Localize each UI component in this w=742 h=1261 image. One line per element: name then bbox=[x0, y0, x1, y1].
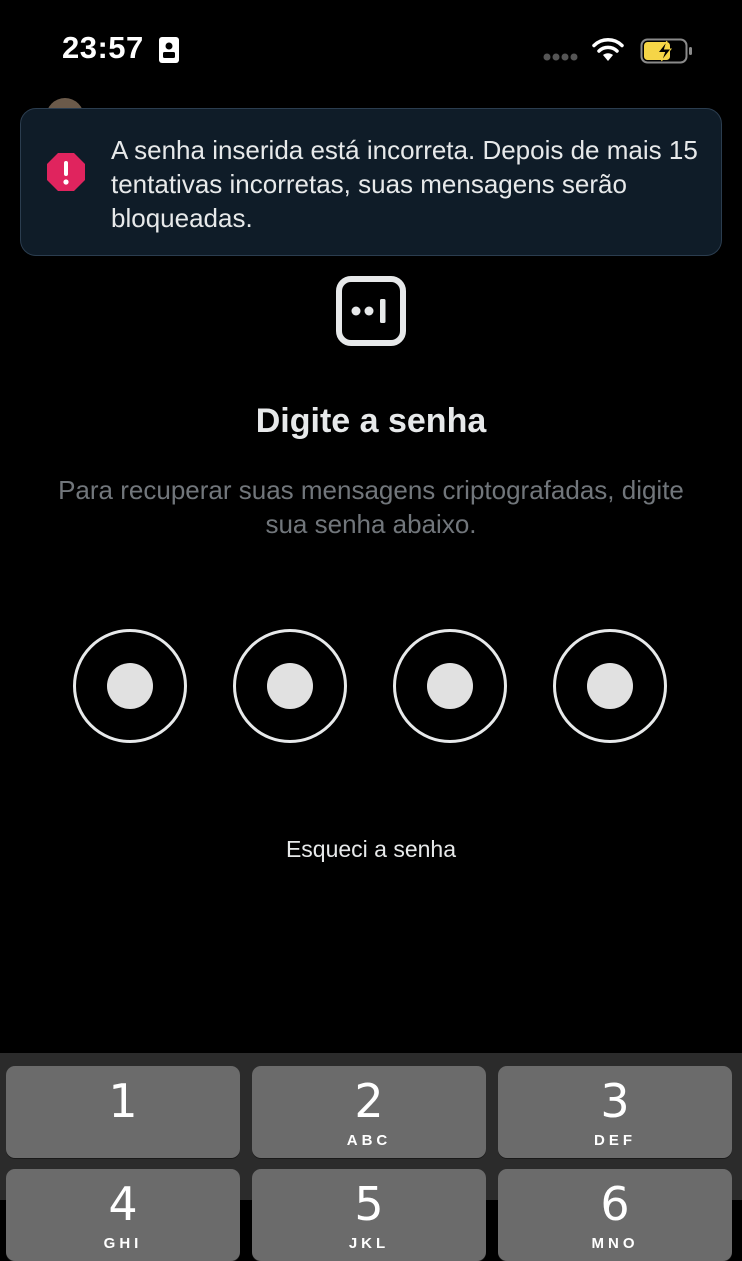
key-1[interactable]: 1 bbox=[6, 1066, 240, 1158]
key-5[interactable]: 5 JKL bbox=[252, 1169, 486, 1261]
key-number: 6 bbox=[600, 1177, 630, 1231]
key-number: 3 bbox=[600, 1074, 630, 1128]
page-subtitle: Para recuperar suas mensagens criptograf… bbox=[58, 475, 684, 539]
status-bar: 23:57 bbox=[0, 0, 742, 100]
pin-dot-fill bbox=[267, 663, 313, 709]
pin-dot bbox=[393, 629, 507, 743]
pin-dot-fill bbox=[427, 663, 473, 709]
key-number: 1 bbox=[108, 1074, 138, 1128]
forgot-password-link[interactable]: Esqueci a senha bbox=[0, 836, 742, 863]
battery-charging-icon bbox=[640, 38, 692, 64]
pin-dot bbox=[233, 629, 347, 743]
wifi-icon bbox=[592, 38, 624, 61]
cellular-signal-icon bbox=[543, 53, 578, 61]
error-toast: A senha inserida está incorreta. Depois … bbox=[20, 108, 722, 256]
key-6[interactable]: 6 MNO bbox=[498, 1169, 732, 1261]
key-letters: DEF bbox=[594, 1132, 636, 1149]
status-time: 23:57 bbox=[62, 30, 144, 65]
pin-dot bbox=[73, 629, 187, 743]
id-card-icon bbox=[159, 37, 179, 63]
key-letters: GHI bbox=[103, 1235, 143, 1252]
key-number: 5 bbox=[354, 1177, 384, 1231]
key-3[interactable]: 3 DEF bbox=[498, 1066, 732, 1158]
key-letters: JKL bbox=[348, 1235, 390, 1252]
page-title: Digite a senha bbox=[255, 402, 487, 440]
key-4[interactable]: 4 GHI bbox=[6, 1169, 240, 1261]
key-letters: ABC bbox=[346, 1132, 392, 1149]
key-letters: MNO bbox=[591, 1235, 639, 1252]
key-number: 2 bbox=[354, 1074, 384, 1128]
key-2[interactable]: 2 ABC bbox=[252, 1066, 486, 1158]
pin-dot-fill bbox=[107, 663, 153, 709]
numeric-keypad: 1 2 ABC 3 DEF 4 GHI 5 JKL 6 MNO bbox=[0, 1053, 742, 1261]
toast-message: A senha inserida está incorreta. Depois … bbox=[111, 135, 698, 233]
passcode-lock-icon bbox=[336, 276, 406, 346]
key-number: 4 bbox=[108, 1177, 138, 1231]
alert-octagon-icon bbox=[47, 153, 85, 191]
pin-dot-fill bbox=[587, 663, 633, 709]
pin-dot bbox=[553, 629, 667, 743]
